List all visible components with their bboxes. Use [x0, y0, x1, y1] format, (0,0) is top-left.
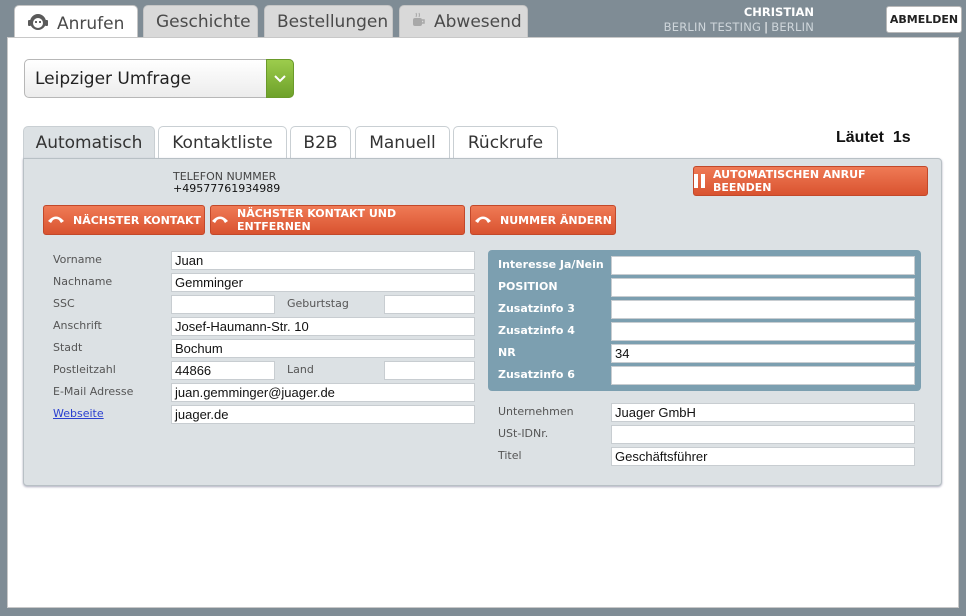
geburtstag-label: Geburtstag [287, 297, 349, 310]
end-auto-call-button[interactable]: AUTOMATISCHEN ANRUF BEENDEN [693, 166, 928, 196]
call-status: Läutet 1s [836, 129, 911, 147]
tab-label: Geschichte [156, 12, 251, 32]
extra-field[interactable] [611, 300, 915, 319]
button-label: NÄCHSTER KONTAKT [72, 213, 201, 227]
phone-number: +49577761934989 [173, 182, 281, 195]
extra-field[interactable] [611, 322, 915, 341]
phone-hangup-icon [474, 212, 492, 228]
phone-hangup-icon [211, 212, 229, 228]
webseite-label: Webseite [53, 407, 104, 420]
stadt-field[interactable]: Bochum [171, 339, 475, 358]
nachname-field[interactable]: Gemminger [171, 273, 475, 292]
user-team: BERLIN TESTING [663, 20, 762, 34]
geburtstag-field[interactable] [384, 295, 475, 314]
unternehmen-label: Unternehmen [498, 405, 574, 418]
extra-label: Interesse Ja/Nein [498, 258, 604, 271]
anschrift-field[interactable]: Josef-Haumann-Str. 10 [171, 317, 475, 336]
tab-label: Anrufen [57, 13, 125, 34]
user-info: CHRISTIAN BERLIN TESTING | BERLIN [664, 5, 814, 35]
extra-label: NR [498, 346, 516, 359]
vorname-label: Vorname [53, 253, 102, 266]
call-duration: 1s [892, 129, 911, 146]
extra-field[interactable]: 34 [611, 344, 915, 363]
subtab-kontaktliste[interactable]: Kontaktliste [158, 126, 287, 159]
ustid-field[interactable] [611, 425, 915, 444]
pause-icon [694, 174, 705, 188]
call-status-label: Läutet [836, 129, 884, 146]
extra-field[interactable] [611, 256, 915, 275]
campaign-select[interactable]: Leipziger Umfrage [24, 59, 294, 98]
webseite-field[interactable]: juager.de [171, 405, 475, 424]
nachname-label: Nachname [53, 275, 113, 288]
phone-hangup-icon [47, 212, 65, 228]
extra-label: Zusatzinfo 6 [498, 368, 575, 381]
user-city: BERLIN [771, 20, 814, 34]
tab-bestellungen[interactable]: Bestellungen [264, 5, 393, 38]
plz-field[interactable]: 44866 [171, 361, 275, 380]
change-number-button[interactable]: NUMMER ÄNDERN [470, 205, 616, 235]
subtab-b2b[interactable]: B2B [290, 126, 351, 159]
email-label: E-Mail Adresse [53, 385, 134, 398]
tab-label: Bestellungen [277, 12, 389, 32]
ssc-label: SSC [53, 297, 75, 310]
button-label: NÄCHSTER KONTAKT UND ENTFERNEN [237, 207, 397, 233]
anschrift-label: Anschrift [53, 319, 102, 332]
ustid-label: USt-IDNr. [498, 427, 549, 440]
subtab-manuell[interactable]: Manuell [355, 126, 450, 159]
stadt-label: Stadt [53, 341, 83, 354]
email-field[interactable]: juan.gemminger@juager.de [171, 383, 475, 402]
tab-label: Abwesend [434, 12, 522, 32]
user-name: CHRISTIAN [743, 5, 814, 19]
chevron-down-icon[interactable] [266, 59, 294, 98]
vorname-field[interactable]: Juan [171, 251, 475, 270]
land-field[interactable] [384, 361, 475, 380]
tab-geschichte[interactable]: Geschichte [143, 5, 258, 38]
next-contact-button[interactable]: NÄCHSTER KONTAKT [43, 205, 205, 235]
titel-label: Titel [498, 449, 522, 462]
button-label: NUMMER ÄNDERN [500, 213, 612, 227]
logout-button[interactable]: ABMELDEN [886, 6, 962, 33]
subtab-automatisch[interactable]: Automatisch [23, 126, 155, 159]
extra-label: Zusatzinfo 3 [498, 302, 575, 315]
button-label: AUTOMATISCHEN ANRUF BEENDEN [713, 168, 866, 194]
ssc-field[interactable] [171, 295, 275, 314]
webseite-link[interactable]: Webseite [53, 407, 104, 420]
campaign-value: Leipziger Umfrage [35, 68, 192, 89]
user-location: BERLIN TESTING | BERLIN [664, 20, 814, 35]
extra-label: Zusatzinfo 4 [498, 324, 575, 337]
coffee-cup-icon [412, 12, 426, 33]
unternehmen-field[interactable]: Juager GmbH [611, 403, 915, 422]
tab-anrufen[interactable]: Anrufen [14, 5, 138, 41]
subtab-rueckrufe[interactable]: Rückrufe [453, 126, 558, 159]
tab-abwesend[interactable]: Abwesend [399, 5, 528, 38]
next-contact-remove-button[interactable]: NÄCHSTER KONTAKT UND ENTFERNEN [210, 205, 465, 235]
agent-headset-icon [27, 11, 49, 36]
separator: | [764, 20, 769, 34]
plz-label: Postleitzahl [53, 363, 116, 376]
extra-field[interactable] [611, 366, 915, 385]
titel-field[interactable]: Geschäftsführer [611, 447, 915, 466]
extra-field[interactable] [611, 278, 915, 297]
land-label: Land [287, 363, 314, 376]
extra-label: POSITION [498, 280, 558, 293]
